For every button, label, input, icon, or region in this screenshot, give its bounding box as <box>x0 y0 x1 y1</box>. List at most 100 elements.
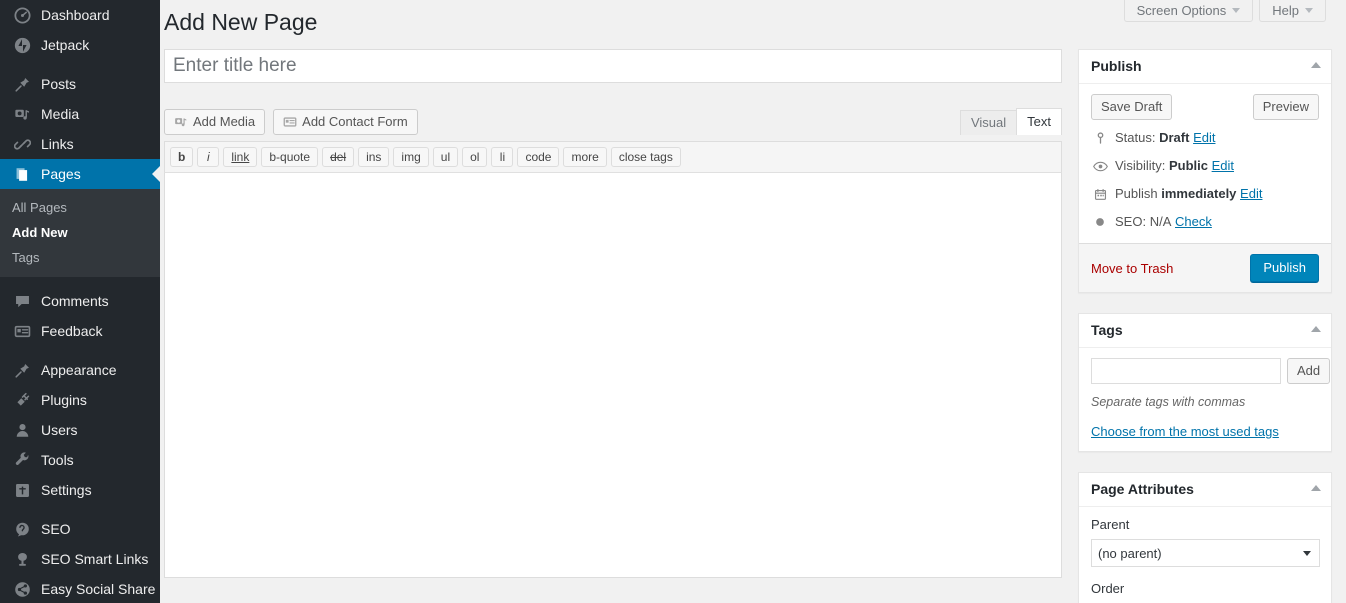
tags-metabox-body: Add Separate tags with commas Choose fro… <box>1079 348 1331 451</box>
sidebar-item-feedback[interactable]: Feedback <box>0 316 160 346</box>
pin-icon <box>1091 131 1109 145</box>
sidebar-item-plugins[interactable]: Plugins <box>0 385 160 415</box>
sidebar-item-label: Tools <box>41 452 74 468</box>
seo-value: N/A <box>1149 214 1172 229</box>
chevron-up-icon[interactable] <box>1311 62 1321 68</box>
sidebar-item-tools[interactable]: Tools <box>0 445 160 475</box>
sidebar-item-label: SEO <box>41 521 71 537</box>
jetpack-icon <box>12 35 32 55</box>
move-to-trash-link[interactable]: Move to Trash <box>1091 261 1173 276</box>
sidebar-item-seo[interactable]: SEO <box>0 514 160 544</box>
sidebar-item-label: Jetpack <box>41 37 90 53</box>
sidebar-item-label: Appearance <box>41 362 117 378</box>
add-tag-button[interactable]: Add <box>1287 358 1331 384</box>
quicktag-b-quote[interactable]: b-quote <box>261 147 319 167</box>
quicktag-b[interactable]: b <box>170 147 194 167</box>
dashboard-icon <box>12 5 32 25</box>
editor-wrap: Add Media Add Contact Form Visual Text b… <box>164 108 1062 581</box>
quicktag-ins[interactable]: ins <box>358 147 390 167</box>
quicktag-close-tags[interactable]: close tags <box>610 147 681 167</box>
help-button[interactable]: Help <box>1259 0 1326 22</box>
sidebar-item-pages[interactable]: Pages <box>0 159 160 189</box>
publish-metabox-header[interactable]: Publish <box>1079 50 1331 84</box>
quicktag-link[interactable]: link <box>223 147 258 167</box>
add-contact-form-button[interactable]: Add Contact Form <box>273 109 418 135</box>
tags-metabox-header[interactable]: Tags <box>1079 314 1331 348</box>
tab-text[interactable]: Text <box>1016 108 1062 135</box>
quicktag-code[interactable]: code <box>517 147 560 167</box>
parent-select-wrap: (no parent) <box>1091 539 1320 567</box>
add-contact-form-label: Add Contact Form <box>302 114 408 129</box>
chevron-down-icon <box>1232 8 1241 13</box>
quicktag-li[interactable]: li <box>491 147 514 167</box>
publish-button[interactable]: Publish <box>1250 254 1319 282</box>
quicktag-more[interactable]: more <box>563 147 607 167</box>
link-icon <box>12 134 32 154</box>
parent-select[interactable]: (no parent) <box>1091 539 1320 567</box>
page-attributes-metabox-header[interactable]: Page Attributes <box>1079 473 1331 507</box>
new-tag-input[interactable] <box>1091 358 1281 384</box>
publish-metabox-title: Publish <box>1091 57 1142 74</box>
menu-separator <box>0 277 160 286</box>
sidebar-item-label: Plugins <box>41 392 87 408</box>
seo-label: SEO: <box>1115 214 1147 229</box>
seo-dot-icon <box>1091 216 1109 228</box>
chevron-up-icon[interactable] <box>1311 485 1321 491</box>
quicktag-img[interactable]: img <box>393 147 429 167</box>
quicktag-del[interactable]: del <box>322 147 355 167</box>
most-used-tags-link[interactable]: Choose from the most used tags <box>1091 424 1279 439</box>
post-title-input[interactable] <box>164 49 1062 83</box>
sidebar-item-users[interactable]: Users <box>0 415 160 445</box>
submenu-item-add-new[interactable]: Add New <box>0 220 160 245</box>
status-value: Draft <box>1159 130 1190 145</box>
tab-visual[interactable]: Visual <box>959 110 1018 135</box>
sidebar-item-jetpack[interactable]: Jetpack <box>0 30 160 60</box>
sidebar-item-dashboard[interactable]: Dashboard <box>0 0 160 30</box>
tags-metabox: Tags Add Separate tags with commas Choos… <box>1078 313 1332 452</box>
status-edit-link[interactable]: Edit <box>1193 129 1215 147</box>
seo-check-link[interactable]: Check <box>1175 213 1212 231</box>
sidebar-item-media[interactable]: Media <box>0 99 160 129</box>
sidebar-item-posts[interactable]: Posts <box>0 69 160 99</box>
parent-label: Parent <box>1091 517 1130 532</box>
quicktag-ul[interactable]: ul <box>432 147 459 167</box>
sidebar-item-comments[interactable]: Comments <box>0 286 160 316</box>
sidebar-item-label: Users <box>41 422 78 438</box>
sidebar-item-appearance[interactable]: Appearance <box>0 355 160 385</box>
add-media-label: Add Media <box>193 114 256 129</box>
quicktag-ol[interactable]: ol <box>462 147 488 167</box>
save-draft-button[interactable]: Save Draft <box>1091 94 1173 120</box>
share-icon <box>12 579 32 599</box>
calendar-icon <box>1091 188 1109 201</box>
tags-description: Separate tags with commas <box>1091 395 1246 409</box>
feedback-icon <box>12 321 32 341</box>
form-icon <box>283 115 297 129</box>
sidebar-item-seo-smart-links[interactable]: SEO Smart Links <box>0 544 160 574</box>
post-content-textarea[interactable] <box>164 173 1062 578</box>
sidebar-item-label: Easy Social Share <box>41 581 156 597</box>
preview-button[interactable]: Preview <box>1252 94 1319 120</box>
sidebar-item-links[interactable]: Links <box>0 129 160 159</box>
publish-date-row: Publish immediately Edit <box>1079 180 1331 208</box>
post-body: Add Media Add Contact Form Visual Text b… <box>164 49 1062 581</box>
wrench-icon <box>12 450 32 470</box>
sidebar-item-easy-social-share[interactable]: Easy Social Share <box>0 574 160 603</box>
visibility-edit-link[interactable]: Edit <box>1212 157 1234 175</box>
page-attributes-body: Parent (no parent) Order <box>1079 507 1331 603</box>
sidebar-item-label: Pages <box>41 166 81 182</box>
user-icon <box>12 420 32 440</box>
chevron-up-icon[interactable] <box>1311 326 1321 332</box>
pages-submenu: All Pages Add New Tags <box>0 189 160 277</box>
submenu-item-tags[interactable]: Tags <box>0 245 160 270</box>
page-icon <box>12 164 32 184</box>
publish-date-edit-link[interactable]: Edit <box>1240 185 1262 203</box>
submenu-item-all-pages[interactable]: All Pages <box>0 195 160 220</box>
tags-metabox-title: Tags <box>1091 321 1123 338</box>
sidebar-item-settings[interactable]: Settings <box>0 475 160 505</box>
quicktag-i[interactable]: i <box>197 147 220 167</box>
add-media-button[interactable]: Add Media <box>164 109 266 135</box>
screen-options-button[interactable]: Screen Options <box>1123 0 1254 22</box>
sidebar-item-label: Media <box>41 106 80 122</box>
editor-mode-tabs: Visual Text <box>959 108 1062 135</box>
sidebar-item-label: Posts <box>41 76 77 92</box>
